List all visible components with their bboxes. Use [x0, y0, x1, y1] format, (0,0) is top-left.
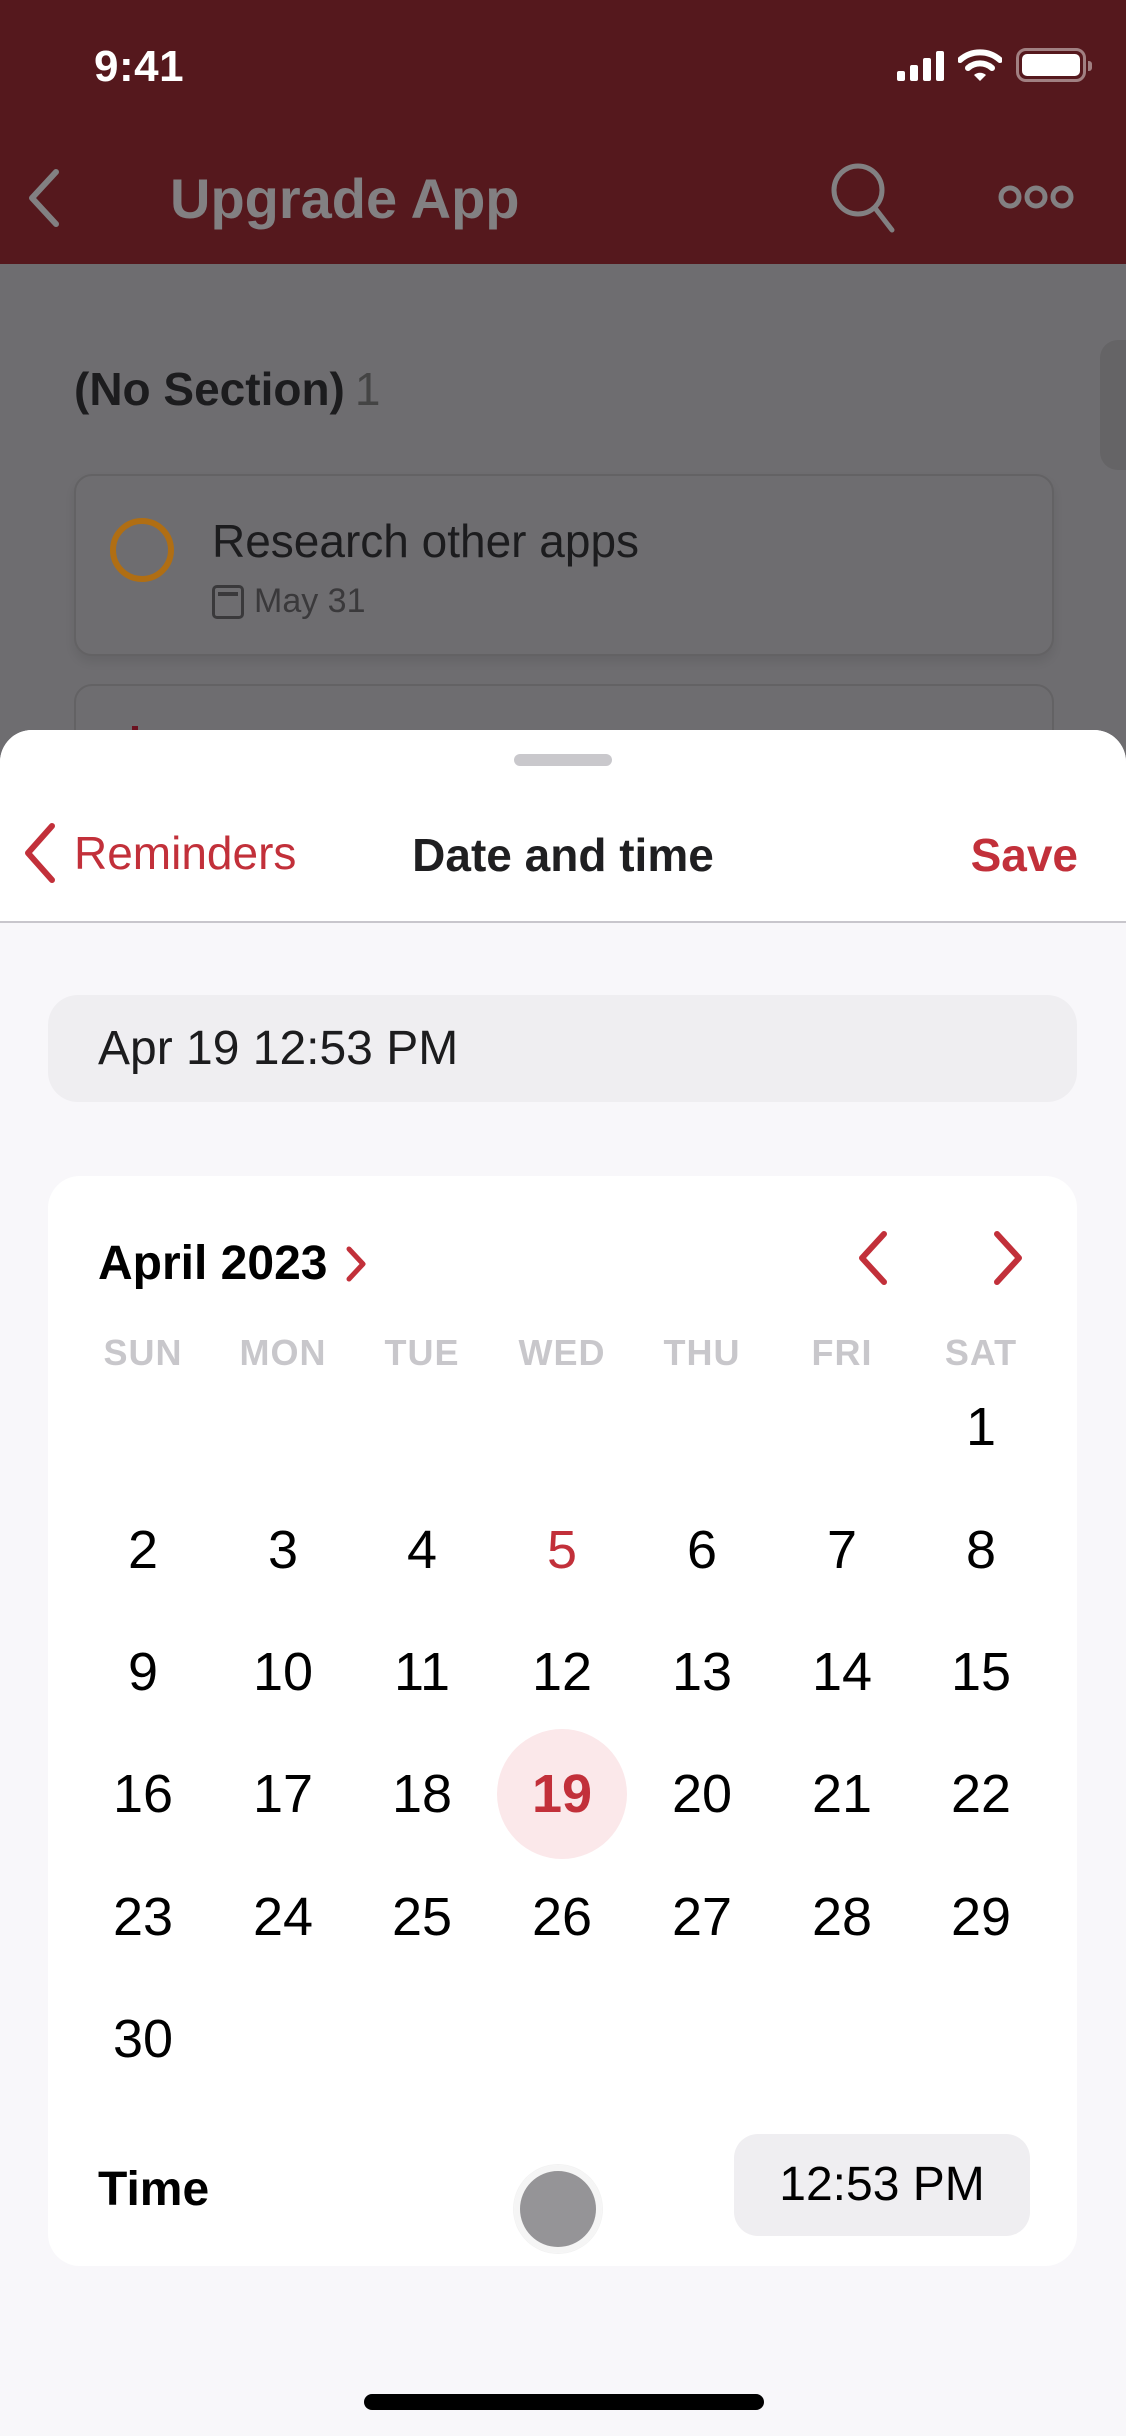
signal-icon	[897, 49, 944, 81]
section-name: (No Section)	[74, 363, 345, 415]
more-icon[interactable]	[998, 182, 1074, 212]
calendar-day[interactable]: 23	[78, 1852, 208, 1982]
calendar-day[interactable]: 4	[357, 1485, 487, 1615]
calendar-day[interactable]: 22	[916, 1729, 1046, 1859]
task-due-date: May 31	[212, 582, 366, 621]
calendar-day[interactable]: 6	[637, 1485, 767, 1615]
calendar-day[interactable]: 12	[497, 1607, 627, 1737]
calendar-day[interactable]: 13	[637, 1607, 767, 1737]
task-checkbox[interactable]	[110, 518, 174, 582]
calendar-day[interactable]: 14	[777, 1607, 907, 1737]
calendar-day[interactable]: 18	[357, 1729, 487, 1859]
calendar-day[interactable]: 20	[637, 1729, 767, 1859]
touch-indicator	[514, 2165, 602, 2253]
home-indicator	[364, 2394, 764, 2410]
sheet-grabber[interactable]	[514, 754, 612, 766]
calendar-day-selected[interactable]: 19	[497, 1729, 627, 1859]
status-time: 9:41	[94, 42, 185, 91]
calendar-day[interactable]: 7	[777, 1485, 907, 1615]
calendar-day[interactable]: 17	[218, 1729, 348, 1859]
calendar-day-today[interactable]: 5	[497, 1485, 627, 1615]
calendar-day[interactable]: 16	[78, 1729, 208, 1859]
date-time-sheet: Reminders Date and time Save April 2023 …	[0, 730, 1126, 2436]
calendar-day[interactable]: 24	[218, 1852, 348, 1982]
calendar-day[interactable]: 21	[777, 1729, 907, 1859]
wifi-icon	[958, 49, 1002, 81]
status-icons	[897, 48, 1092, 82]
calendar-day[interactable]: 1	[916, 1362, 1046, 1492]
search-icon[interactable]	[828, 160, 898, 236]
task-card[interactable]: Research other apps May 31	[74, 474, 1054, 656]
calendar-day[interactable]: 10	[218, 1607, 348, 1737]
calendar-day[interactable]: 30	[78, 1974, 208, 2104]
time-label: Time	[98, 2163, 210, 2216]
calendar-day[interactable]: 28	[777, 1852, 907, 1982]
sheet-title: Date and time	[412, 829, 714, 881]
calendar-icon	[212, 584, 244, 619]
next-column-card	[1100, 340, 1126, 470]
app-title: Upgrade App	[170, 167, 520, 230]
section-count: 1	[354, 363, 381, 415]
calendar-day[interactable]: 3	[218, 1485, 348, 1615]
calendar-day[interactable]: 2	[78, 1485, 208, 1615]
calendar-day[interactable]: 9	[78, 1607, 208, 1737]
sheet-nav-bar: Reminders Date and time Save	[0, 730, 1126, 923]
task-name: Research other apps	[212, 515, 640, 567]
calendar-day[interactable]: 8	[916, 1485, 1046, 1615]
save-button[interactable]: Save	[971, 828, 1078, 882]
calendar-day-grid: 1 2 3 4 5 6 7 8 9 10 11 12 13 14 15 16 17 18 19 20 21 22 23 24 2…	[48, 1176, 1077, 2176]
calendar-day[interactable]: 26	[497, 1852, 627, 1982]
section-title: (No Section) 1	[74, 362, 380, 416]
date-time-input[interactable]	[48, 995, 1077, 1102]
calendar-day[interactable]: 11	[357, 1607, 487, 1737]
calendar-day[interactable]: 27	[637, 1852, 767, 1982]
calendar-card: April 2023 SUN MON TUE WED THU FRI SAT 1…	[48, 1176, 1077, 2266]
time-picker-button[interactable]: 12:53 PM	[734, 2134, 1030, 2236]
app-header: 9:41 Upgrade App	[0, 0, 1126, 264]
calendar-day[interactable]: 15	[916, 1607, 1046, 1737]
calendar-day[interactable]: 29	[916, 1852, 1046, 1982]
task-due-label: May 31	[254, 582, 366, 620]
calendar-day[interactable]: 25	[357, 1852, 487, 1982]
back-chevron-icon[interactable]	[24, 168, 64, 228]
battery-icon	[1016, 48, 1092, 82]
